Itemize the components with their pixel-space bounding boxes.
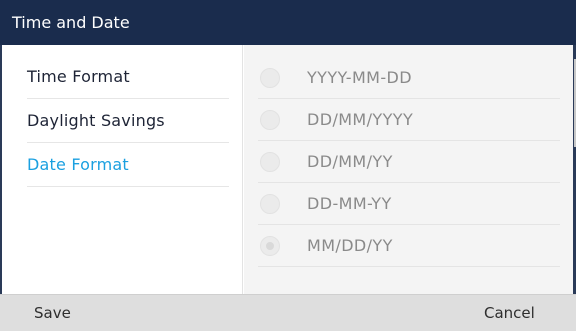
radio-button[interactable] (260, 110, 280, 130)
date-format-options: YYYY-MM-DD DD/MM/YYYY DD/MM/YY DD-MM-YY … (244, 45, 573, 294)
radio-button[interactable] (260, 152, 280, 172)
option-label: YYYY-MM-DD (307, 68, 412, 87)
save-button[interactable]: Save (34, 295, 71, 331)
cancel-button[interactable]: Cancel (484, 295, 535, 331)
sidebar-item-daylight-savings[interactable]: Daylight Savings (27, 99, 229, 143)
option-dd-mm-yy-dash[interactable]: DD-MM-YY (258, 183, 560, 225)
option-label: MM/DD/YY (307, 236, 393, 255)
footer-bar: Save Cancel (0, 294, 576, 331)
radio-button[interactable] (260, 194, 280, 214)
sidebar: Time Format Daylight Savings Date Format (2, 45, 243, 294)
window-title: Time and Date (0, 0, 576, 45)
option-label: DD-MM-YY (307, 194, 392, 213)
radio-button[interactable] (260, 68, 280, 88)
option-dd-mm-yy-slash[interactable]: DD/MM/YY (258, 141, 560, 183)
option-yyyy-mm-dd[interactable]: YYYY-MM-DD (258, 57, 560, 99)
radio-button-selected[interactable] (260, 236, 280, 256)
option-mm-dd-yy[interactable]: MM/DD/YY (258, 225, 560, 267)
option-dd-mm-yyyy[interactable]: DD/MM/YYYY (258, 99, 560, 141)
main-panel: Time Format Daylight Savings Date Format… (0, 45, 576, 294)
sidebar-item-date-format[interactable]: Date Format (27, 143, 229, 187)
sidebar-item-time-format[interactable]: Time Format (27, 55, 229, 99)
option-label: DD/MM/YY (307, 152, 393, 171)
option-label: DD/MM/YYYY (307, 110, 414, 129)
